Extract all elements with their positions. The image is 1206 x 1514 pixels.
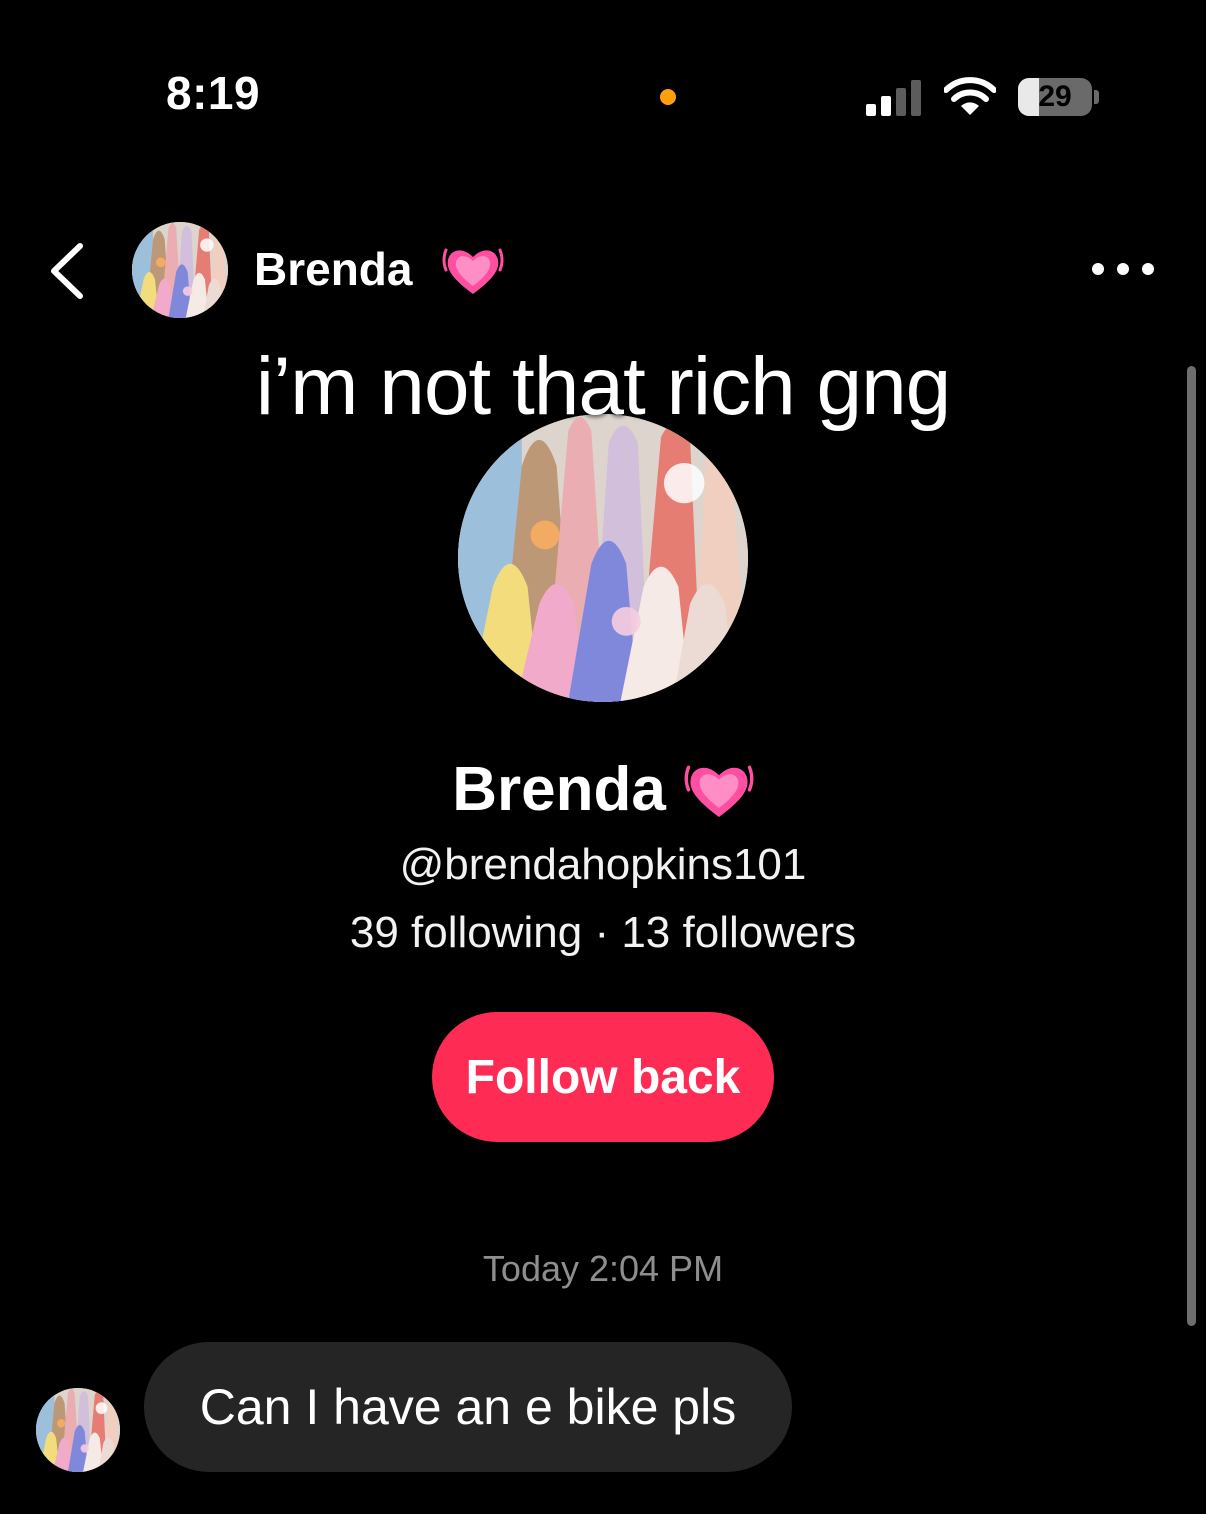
profile-stats: 39 following · 13 followers: [349, 908, 857, 957]
overlay-caption: i’m not that rich gng: [255, 341, 952, 432]
follow-back-button[interactable]: Follow back: [432, 1012, 774, 1142]
battery-indicator: 29: [1018, 78, 1092, 116]
more-options-button[interactable]: [1086, 246, 1160, 292]
wifi-icon: [944, 77, 996, 115]
surfboards-avatar-image: [36, 1388, 120, 1472]
growing-heart-icon: [442, 248, 504, 296]
surfboards-avatar-image: [132, 222, 228, 318]
header-avatar[interactable]: [132, 222, 228, 318]
header-contact-name[interactable]: Brenda: [254, 242, 412, 296]
message-sender-avatar[interactable]: [36, 1388, 120, 1472]
mic-indicator-dot: [660, 89, 676, 105]
signal-bar: [881, 96, 891, 116]
growing-heart-icon: [684, 765, 754, 819]
profile-name-row: Brenda: [0, 752, 1206, 826]
ellipsis-icon: [1092, 263, 1154, 275]
status-time: 8:19: [166, 67, 261, 119]
message-bubble[interactable]: Can I have an e bike pls: [144, 1342, 792, 1472]
back-button[interactable]: [36, 236, 96, 306]
cellular-signal-icon: [866, 80, 921, 116]
signal-bar: [911, 80, 921, 116]
profile-avatar[interactable]: [458, 414, 748, 702]
message-timestamp: Today 2:04 PM: [482, 1248, 724, 1289]
signal-bar: [866, 104, 876, 116]
chevron-left-icon: [51, 243, 83, 299]
profile-handle: @brendahopkins101: [399, 840, 807, 889]
message-text: Can I have an e bike pls: [199, 1379, 737, 1435]
battery-tip: [1094, 90, 1099, 104]
surfboards-avatar-image: [458, 414, 748, 702]
battery-level: 29: [1038, 80, 1072, 113]
signal-bar: [896, 88, 906, 116]
profile-name: Brenda: [452, 754, 666, 824]
